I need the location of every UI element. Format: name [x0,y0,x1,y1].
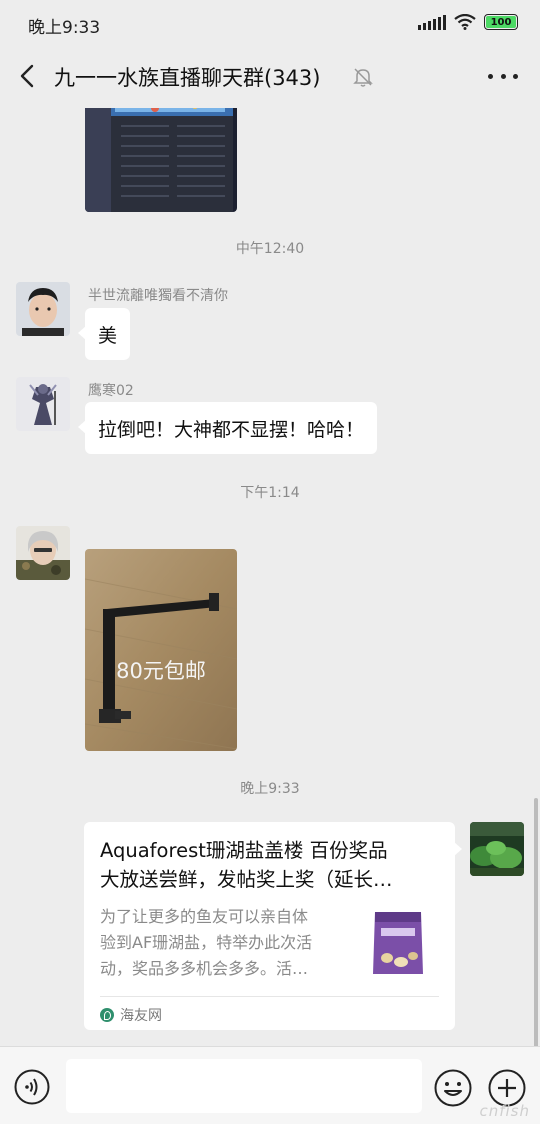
timestamp: 晚上9:33 [240,781,300,797]
avatar[interactable] [16,526,70,580]
link-card[interactable]: Aquaforest珊湖盐盖楼 百份奖品 大放送尝鲜，发帖奖上奖（延长… 为了让… [84,822,462,1030]
card-desc-line: 为了让更多的鱼友可以亲自体 [100,907,309,926]
voice-input-icon[interactable] [14,1069,50,1105]
avatar[interactable] [16,282,70,336]
chat-messages[interactable]: 中午12:40 半世流離唯獨看不清你 美 鹰寒02 拉倒吧！大神都不显摆！哈哈！… [0,108,540,1046]
card-desc-line: 验到AF珊湖盐，特举办此次活 [100,933,313,952]
avatar[interactable] [16,377,70,431]
message-bubble[interactable]: 美 [77,308,131,360]
more-options-icon[interactable] [488,64,518,88]
card-source: 海友网 [100,1005,162,1025]
status-time: 晚上9:33 [28,18,101,38]
timestamp: 中午12:40 [235,241,305,257]
image-caption: 80元包邮 [116,659,206,683]
my-avatar[interactable] [470,822,524,876]
battery-icon: 100 [484,14,518,30]
wifi-icon [454,14,476,30]
card-divider [100,996,439,997]
status-bar: 晚上9:33 100 [0,0,540,46]
sender-name: 鹰寒02 [88,383,134,399]
card-title-line: 大放送尝鲜，发帖奖上奖（延长… [100,868,393,891]
card-desc-line: 动，奖品多多机会多多。活… [100,959,309,978]
source-logo-icon [100,1008,114,1022]
battery-level: 100 [490,16,512,28]
salt-bag-thumbnail [367,906,429,980]
emoji-icon[interactable] [434,1069,472,1107]
timestamp: 下午1:14 [240,485,300,501]
input-bar: cnfish [0,1046,540,1124]
chat-header: 九一一水族直播聊天群(343) [0,46,540,108]
source-name: 海友网 [120,1008,162,1024]
message-input[interactable] [66,1059,422,1113]
signal-icon [418,14,446,30]
card-title: Aquaforest珊湖盐盖楼 百份奖品 大放送尝鲜，发帖奖上奖（延长… [100,836,440,894]
message-bubble[interactable]: 拉倒吧！大神都不显摆！哈哈！ [77,402,378,454]
back-icon[interactable] [14,62,42,90]
sender-name: 半世流離唯獨看不清你 [88,288,228,304]
status-icons: 100 [418,14,518,30]
aquarium-photo[interactable] [85,108,237,212]
card-title-line: Aquaforest珊湖盐盖楼 百份奖品 [100,839,388,862]
watermark: cnfish [479,1102,530,1120]
chat-title: 九一一水族直播聊天群(343) [54,66,321,90]
product-photo[interactable]: 80元包邮 [85,549,237,751]
mute-bell-icon [353,68,373,87]
card-description: 为了让更多的鱼友可以亲自体 验到AF珊湖盐，特举办此次活 动，奖品多多机会多多。… [100,904,350,982]
scrollbar[interactable] [534,798,538,1046]
